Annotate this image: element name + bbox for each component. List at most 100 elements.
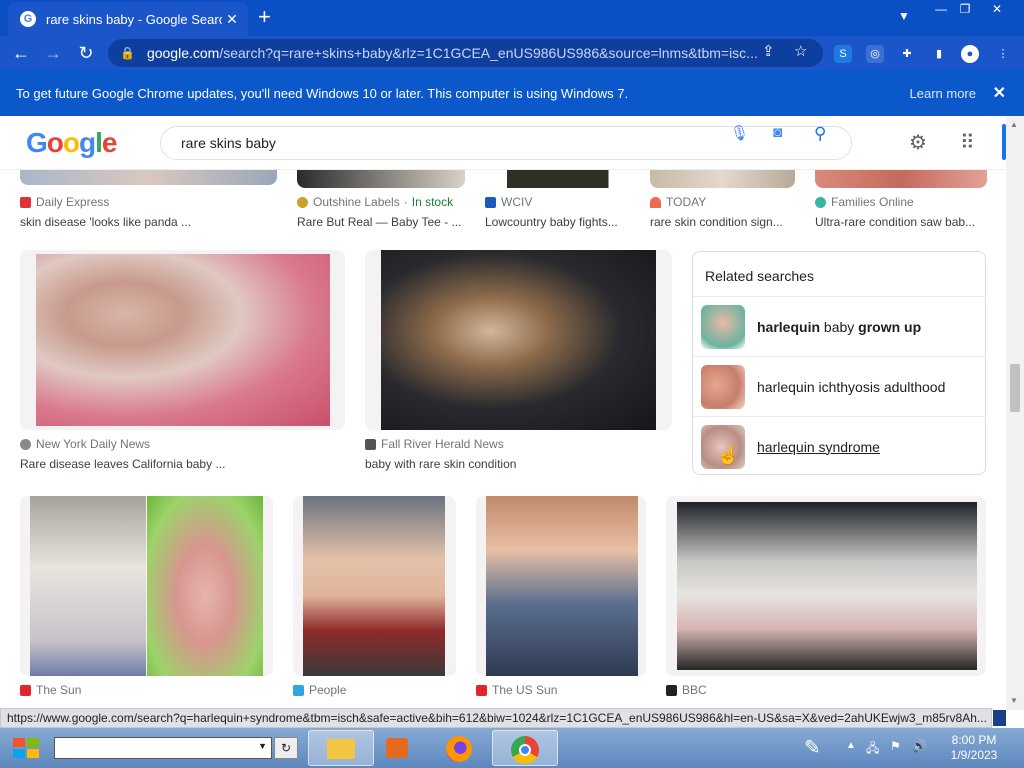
browser-toolbar: ← → ↻ 🔒 google.com /search?q=rare+skins+…: [0, 36, 1024, 70]
profile-avatar-icon[interactable]: ●: [961, 45, 979, 63]
related-search-text: harlequin baby grown up: [757, 318, 922, 335]
search-query: rare skins baby: [181, 135, 276, 151]
result-source[interactable]: Families Online: [815, 195, 914, 209]
pen-tablet-icon[interactable]: ✎: [804, 735, 821, 768]
search-icon[interactable]: ⚲: [814, 124, 826, 144]
source-name: The US Sun: [492, 683, 558, 697]
result-source[interactable]: New York Daily News: [20, 437, 150, 451]
scrollbar-thumb[interactable]: [1010, 364, 1020, 412]
result-caption[interactable]: rare skin condition sign...: [650, 215, 795, 229]
clock-time: 8:00 PM: [951, 733, 997, 747]
result-source[interactable]: The US Sun: [476, 683, 557, 697]
address-bar[interactable]: 🔒 google.com /search?q=rare+skins+baby&r…: [108, 39, 823, 67]
settings-gear-icon[interactable]: ⚙: [909, 130, 927, 155]
daily-express-icon: [20, 196, 31, 208]
browser-tab[interactable]: G rare skins baby - Google Search ✕: [8, 2, 248, 36]
related-search-text: harlequin ichthyosis adulthood: [757, 378, 946, 395]
update-infobar: To get future Google Chrome updates, you…: [0, 70, 1024, 116]
share-icon[interactable]: ⇪: [762, 42, 775, 60]
scroll-indicator: [1002, 124, 1006, 160]
network-icon[interactable]: 🖧: [866, 739, 879, 768]
voice-search-icon[interactable]: 🎙: [730, 124, 749, 142]
media-player-app[interactable]: [366, 730, 432, 766]
extensions-puzzle-icon[interactable]: ✚: [898, 45, 916, 63]
result-image[interactable]: [293, 496, 456, 676]
related-search-item[interactable]: harlequin baby grown up: [693, 296, 985, 356]
restore-button[interactable]: ❐: [950, 0, 980, 18]
people-icon: [293, 684, 304, 696]
related-searches-title: Related searches: [705, 268, 814, 284]
result-caption[interactable]: Rare But Real — Baby Tee - ...: [297, 215, 472, 229]
taskbar-clock[interactable]: 8:00 PM 1/9/2023: [944, 733, 1004, 763]
lock-icon: 🔒: [120, 46, 135, 60]
learn-more-link[interactable]: Learn more: [910, 86, 976, 101]
result-image[interactable]: [476, 496, 646, 676]
result-source[interactable]: Fall River Herald News: [365, 437, 504, 451]
extension-shield-icon[interactable]: ◎: [866, 45, 884, 63]
families-online-icon: [815, 196, 826, 208]
result-source[interactable]: WCIV: [485, 195, 532, 209]
result-image[interactable]: [365, 250, 672, 430]
extension-s-icon[interactable]: S: [834, 45, 852, 63]
url-path: /search?q=rare+skins+baby&rlz=1C1GCEA_en…: [219, 45, 758, 61]
file-explorer-app[interactable]: [308, 730, 374, 766]
reload-icon[interactable]: ↻: [75, 42, 97, 64]
side-panel-icon[interactable]: ▮: [930, 45, 948, 63]
result-image[interactable]: [20, 496, 273, 676]
result-source[interactable]: BBC: [666, 683, 707, 697]
forward-arrow-icon[interactable]: →: [42, 42, 64, 64]
herald-news-icon: [365, 438, 376, 450]
us-sun-icon: [476, 684, 487, 696]
action-center-flag-icon[interactable]: ⚑: [890, 739, 901, 768]
infobar-close-button[interactable]: ✕: [993, 83, 1006, 103]
bbc-icon: [666, 684, 677, 696]
google-logo[interactable]: Google: [26, 127, 117, 159]
chrome-app[interactable]: [492, 730, 558, 766]
taskbar-refresh-button[interactable]: ↻: [274, 737, 298, 759]
apps-grid-icon[interactable]: ⠿: [960, 130, 975, 155]
chrome-menu-icon[interactable]: ⋮: [994, 45, 1012, 63]
bookmark-star-icon[interactable]: ☆: [794, 42, 807, 60]
tab-title: rare skins baby - Google Search: [46, 11, 222, 27]
tray-expand-icon[interactable]: ▲: [846, 740, 856, 768]
scroll-up-icon[interactable]: ▲: [1010, 120, 1018, 129]
source-name: TODAY: [666, 195, 707, 209]
result-source[interactable]: Outshine Labels · In stock: [297, 195, 453, 209]
source-name: New York Daily News: [36, 437, 151, 451]
back-arrow-icon[interactable]: ←: [10, 42, 32, 64]
tab-search-chevron-icon[interactable]: ▼: [898, 9, 910, 23]
folder-icon: [327, 739, 355, 759]
taskbar-search-input[interactable]: ▼: [54, 737, 272, 759]
result-caption[interactable]: baby with rare skin condition: [365, 457, 665, 471]
result-caption[interactable]: Ultra-rare condition saw bab...: [815, 215, 985, 229]
firefox-app[interactable]: [428, 730, 494, 766]
result-source[interactable]: The Sun: [20, 683, 81, 697]
source-name: BBC: [682, 683, 707, 697]
google-header: Google rare skins baby 🎙 ◙ ⚲ ⚙ ⠿: [0, 116, 1006, 170]
windows-start-icon[interactable]: [10, 735, 42, 761]
result-source[interactable]: Daily Express: [20, 195, 109, 209]
result-image[interactable]: [20, 250, 345, 430]
google-favicon-icon: G: [20, 11, 36, 27]
page-scrollbar[interactable]: ▲ ▼: [1006, 116, 1024, 710]
infobar-message: To get future Google Chrome updates, you…: [16, 85, 629, 101]
source-name: WCIV: [501, 195, 533, 209]
result-caption[interactable]: Rare disease leaves California baby ...: [20, 457, 340, 471]
tab-close-button[interactable]: ✕: [222, 11, 242, 28]
result-source[interactable]: TODAY: [650, 195, 706, 209]
lens-camera-icon[interactable]: ◙: [773, 124, 782, 141]
today-rainbow-icon: [650, 196, 661, 208]
window-close-button[interactable]: ✕: [982, 0, 1012, 18]
firefox-icon: [446, 736, 472, 762]
new-tab-button[interactable]: +: [258, 6, 271, 28]
result-caption[interactable]: skin disease 'looks like panda ...: [20, 215, 220, 229]
related-searches-panel: Related searches harlequin baby grown up…: [692, 251, 986, 475]
related-search-item[interactable]: harlequin ichthyosis adulthood: [693, 356, 985, 416]
volume-icon[interactable]: 🔊: [912, 739, 927, 768]
result-caption[interactable]: Lowcountry baby fights...: [485, 215, 630, 229]
related-search-item[interactable]: harlequin syndrome ☝: [693, 416, 985, 476]
scroll-down-icon[interactable]: ▼: [1010, 696, 1018, 705]
result-image[interactable]: [666, 496, 986, 676]
result-source[interactable]: People: [293, 683, 346, 697]
dropdown-arrow-icon[interactable]: ▼: [258, 741, 267, 751]
